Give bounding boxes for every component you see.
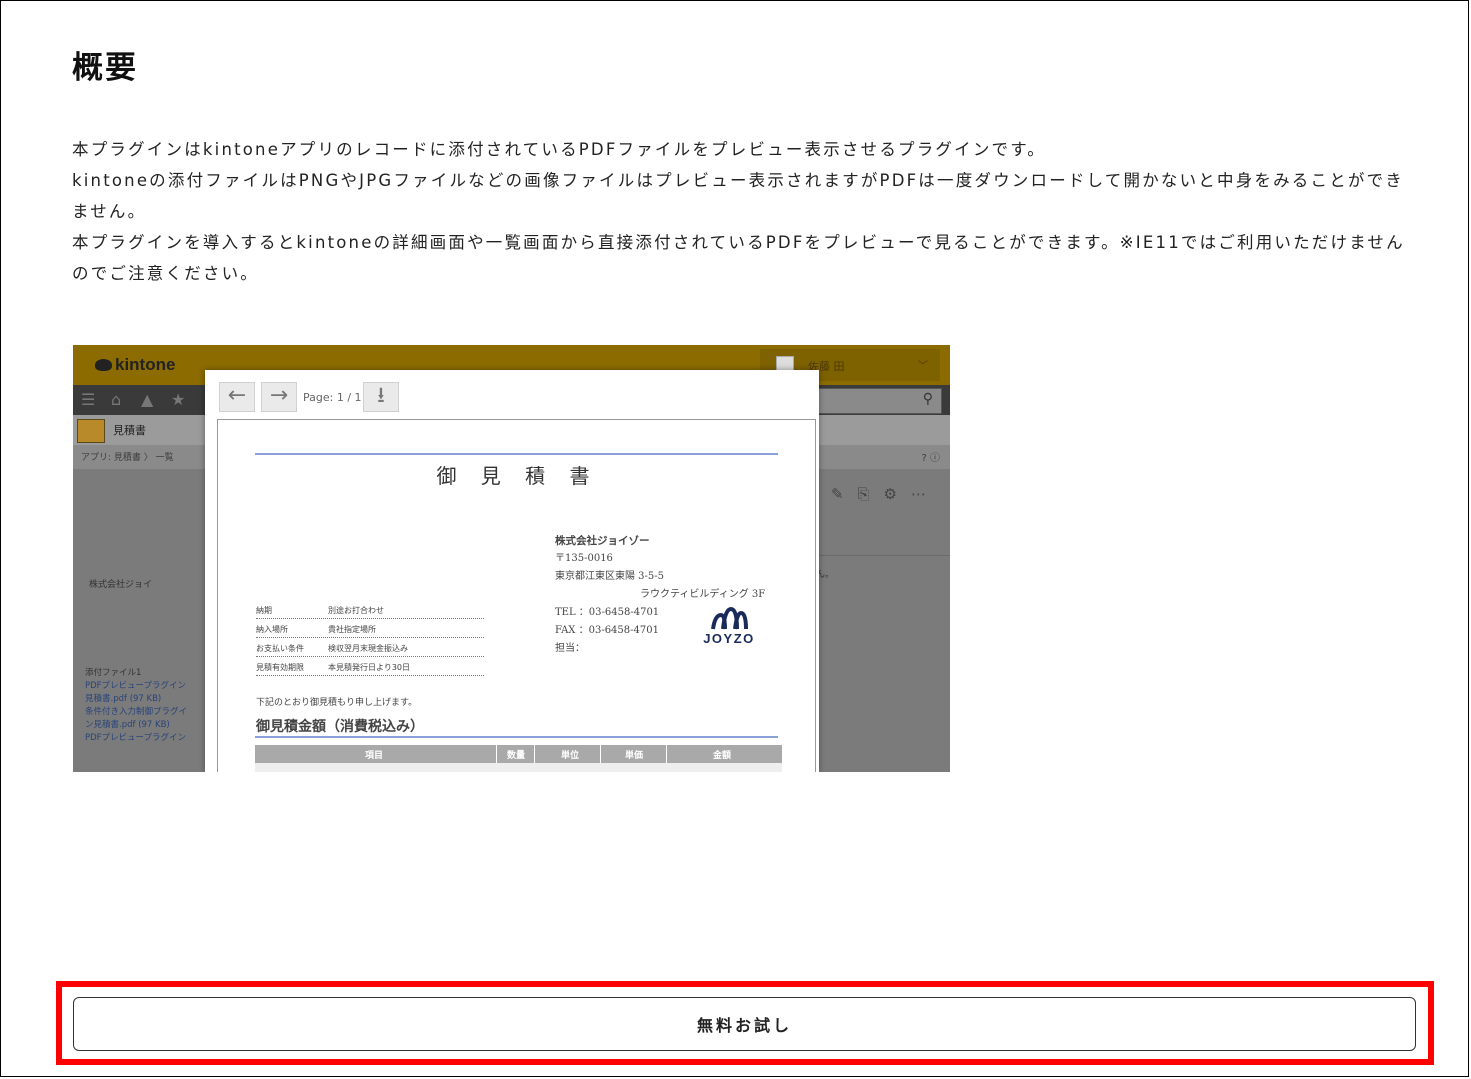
description-line: kintoneの添付ファイルはPNGやJPGファイルなどの画像ファイルはプレビュ…	[72, 171, 1405, 221]
free-trial-button[interactable]: 無料お試し	[73, 997, 1416, 1051]
bell-icon: ▲	[141, 390, 154, 409]
search-icon: ⚲	[922, 391, 933, 407]
pdf-preview-dialog: ← → Page: 1 / 1 ⭳ 御 見 積 書 株式会社ジョイゾー 〒135…	[205, 370, 819, 772]
arrow-left-icon: ←	[219, 382, 255, 412]
terms-row: 納期 別途お打合わせ	[256, 600, 484, 619]
attachments-label: 添付ファイル1	[85, 668, 142, 678]
table-header-cell: 単位	[561, 751, 580, 761]
app-name: 見積書	[113, 424, 146, 437]
pdf-document: 御 見 積 書 株式会社ジョイゾー 〒135-0016 東京都江東区東陽 3-5…	[217, 419, 816, 772]
table-header-cell: 数量	[507, 751, 526, 761]
joyzo-logo-icon	[711, 606, 748, 630]
page-title: 概要	[72, 50, 138, 86]
items-table-header: 項目 数量 単位 単価 金額	[255, 745, 782, 763]
divider	[818, 555, 950, 556]
terms-table: 納期 別途お打合わせ 納入場所 貴社指定場所 お支払い条件 検収翌月末現金振込み 見積…	[256, 600, 484, 676]
menu-icon: ☰	[81, 390, 96, 409]
download-icon: ⭳	[363, 382, 399, 412]
app-icon	[77, 419, 105, 443]
attachment-link: 条件付き入力制御プラグイ	[85, 707, 188, 717]
attachment-link: 見積書.pdf (97 KB)	[85, 694, 162, 704]
record-left-panel: 株式会社ジョイ 添付ファイル1 PDFプレビュープラグイン 見積書.pdf (9…	[73, 469, 205, 772]
plugin-screenshot: kintone 佐藤 田 ﹀ ☰ ⌂ ▲ ★ ⚲ 見積書 アプリ: 見積書 〉 …	[73, 345, 950, 772]
description-line: 本プラグインはkintoneアプリのレコードに添付されているPDFファイルをプレ…	[72, 140, 1046, 159]
address-line: ラウクティビルディング 3F	[640, 589, 766, 600]
table-header-cell: 項目	[365, 751, 384, 761]
star-icon: ★	[171, 390, 186, 409]
attachment-link: ン見積書.pdf (97 KB)	[85, 720, 170, 730]
table-row	[255, 763, 782, 772]
copy-icon: ⎘	[857, 485, 884, 503]
company-name: 株式会社ジョイゾー	[555, 535, 650, 547]
terms-row: 見積有効期限 本見積発行日より30日	[256, 657, 484, 676]
amount-rule	[255, 736, 778, 738]
home-icon: ⌂	[111, 390, 122, 409]
chevron-down-icon: ﹀	[918, 361, 928, 372]
terms-row: 納入場所 貴社指定場所	[256, 619, 484, 638]
search-box: ⚲	[805, 388, 942, 414]
kintone-logo-icon	[95, 359, 112, 371]
document-title: 御 見 積 書	[436, 464, 599, 488]
table-header-cell: 単価	[625, 751, 644, 761]
edit-icon: ✎	[830, 485, 858, 503]
page-indicator: Page: 1 / 1	[303, 391, 362, 404]
estimate-note: 下記のとおり御見積もり申し上げます。	[256, 698, 418, 708]
arrow-right-icon: →	[261, 382, 297, 412]
more-icon: ⋯	[911, 485, 940, 503]
terms-row: お支払い条件 検収翌月末現金振込み	[256, 638, 484, 657]
address-line: 東京都江東区東陽 3-5-5	[555, 571, 665, 582]
amount-label: 御見積金額（消費税込み）	[256, 719, 424, 735]
attachment-link: PDFプレビュープラグイン	[85, 733, 187, 743]
customer-field: 株式会社ジョイ	[89, 580, 153, 590]
description: 本プラグインはkintoneアプリのレコードに添付されているPDFファイルをプレ…	[72, 134, 1422, 289]
logo-text: JOYZO	[703, 631, 755, 646]
attachment-link: PDFプレビュープラグイン	[85, 681, 187, 691]
help-icon: ? ⓘ	[921, 453, 941, 464]
description-line: 本プラグインを導入するとkintoneの詳細画面や一覧画面から直接添付されている…	[72, 233, 1405, 283]
record-tools: ✎⎘⚙⋯	[831, 485, 940, 503]
attachments-field: 添付ファイル1 PDFプレビュープラグイン 見積書.pdf (97 KB) 条件…	[85, 667, 187, 745]
breadcrumb-text: アプリ: 見積書 〉 一覧	[81, 453, 174, 463]
gear-icon: ⚙	[883, 485, 911, 503]
table-header-cell: 金額	[713, 751, 732, 761]
postal-code: 〒135-0016	[555, 553, 613, 564]
kintone-logo: kintone	[95, 355, 175, 375]
joyzo-logo: JOYZO	[698, 605, 760, 646]
title-rule	[255, 453, 778, 455]
